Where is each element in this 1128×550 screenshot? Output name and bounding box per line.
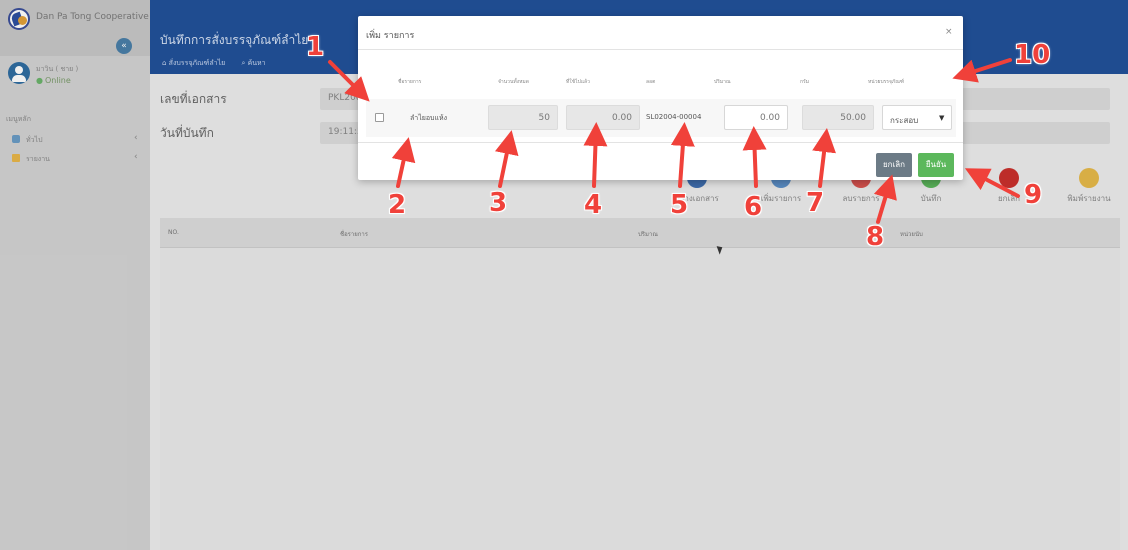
arrow-9 [964,168,1020,198]
annotation-1: 1 [306,32,325,62]
arrow-6 [742,126,767,188]
arrow-2 [391,137,416,188]
annotation-9: 9 [1024,180,1043,210]
annotation-2: 2 [388,190,407,220]
arrow-10 [952,58,1012,83]
annotation-8: 8 [866,222,885,252]
annotation-10: 10 [1014,40,1051,70]
arrow-8 [873,174,897,224]
annotation-5: 5 [670,190,689,220]
arrow-1 [328,60,370,102]
arrow-7 [812,128,837,188]
arrow-3 [494,130,519,188]
arrow-5 [670,122,695,188]
arrow-4 [583,122,608,188]
annotation-3: 3 [489,188,508,218]
annotation-arrows [328,58,1020,224]
annotation-6: 6 [744,192,763,222]
annotation-4: 4 [584,190,603,220]
annotation-7: 7 [806,188,825,218]
